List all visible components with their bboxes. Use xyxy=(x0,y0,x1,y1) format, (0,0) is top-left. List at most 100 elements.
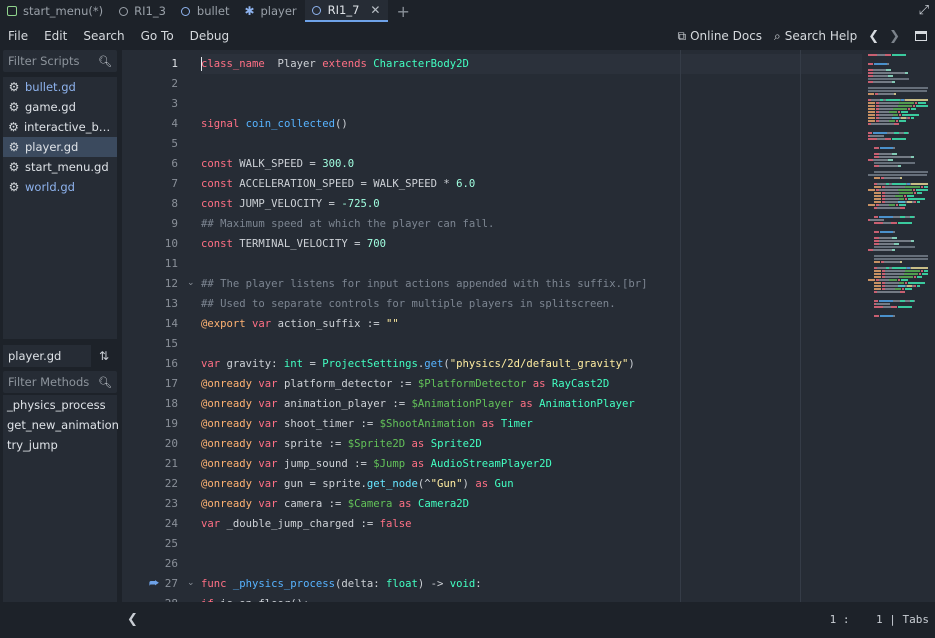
history-forward-icon[interactable]: ❯ xyxy=(884,29,905,44)
minimap-line xyxy=(874,261,880,263)
line-number: 13 xyxy=(164,297,178,310)
minimap-line xyxy=(870,135,884,137)
online-docs-button[interactable]: ⧉ Online Docs xyxy=(672,29,769,44)
minimap-line xyxy=(877,267,886,269)
minimap-line xyxy=(911,117,914,119)
minimap-line xyxy=(917,276,922,278)
minimap-line xyxy=(905,270,920,272)
filter-methods-input[interactable]: Filter Methods 🔍︎ xyxy=(3,371,117,393)
method-list: _physics_process get_new_animation try_jum… xyxy=(3,395,119,602)
tab-player[interactable]: ✱ player xyxy=(237,0,304,22)
script-item[interactable]: ⚙ world.gd xyxy=(3,177,117,197)
script-item[interactable]: ⚙ bullet.gd xyxy=(3,77,117,97)
minimap-line xyxy=(917,285,920,287)
script-item[interactable]: ⚙ start_menu.gd xyxy=(3,157,117,177)
minimap-line xyxy=(905,288,912,290)
minimap-line xyxy=(898,165,901,167)
script-item[interactable]: ⚙ interactive_butt... xyxy=(3,117,117,137)
line-number: 23 xyxy=(164,497,178,510)
toggle-scripts-panel-icon[interactable]: ❮ xyxy=(127,612,138,627)
minimap-line xyxy=(874,162,915,164)
line-number: 5 xyxy=(171,137,178,150)
minimap-line xyxy=(908,198,925,200)
sort-icon[interactable]: ⇅ xyxy=(99,349,109,363)
line-number: 6 xyxy=(171,157,178,170)
minimap-line xyxy=(868,105,875,107)
override-icon[interactable]: ⮫ xyxy=(149,577,159,591)
fold-arrow-icon[interactable]: ⌄ xyxy=(187,278,195,288)
minimap-line xyxy=(885,192,899,194)
fold-arrow-icon[interactable]: ⌄ xyxy=(187,578,195,588)
minimap-line xyxy=(868,117,875,119)
minimap-line xyxy=(873,72,905,74)
script-item[interactable]: ⚙ player.gd xyxy=(3,137,117,157)
minimap-line xyxy=(874,192,881,194)
minimap-line xyxy=(885,195,895,197)
minimap-line xyxy=(874,273,881,275)
minimap-line xyxy=(893,300,900,302)
minimap-line xyxy=(874,285,881,287)
toggle-panel-icon[interactable] xyxy=(915,31,927,41)
minimap-line xyxy=(921,186,923,188)
method-item[interactable]: get_new_animation xyxy=(3,415,119,435)
minimap-line xyxy=(896,204,898,206)
menu-file[interactable]: File xyxy=(0,25,36,47)
minimap-line xyxy=(886,99,900,101)
minimap-line xyxy=(891,222,897,224)
menu-edit[interactable]: Edit xyxy=(36,25,75,47)
close-tab-icon[interactable]: ✕ xyxy=(370,3,380,17)
method-item[interactable]: try_jump xyxy=(3,435,117,455)
script-list: ⚙ bullet.gd ⚙ game.gd ⚙ interactive_butt... ⚙ p… xyxy=(3,77,117,339)
indent-mode[interactable]: Tabs xyxy=(903,613,930,626)
minimap-line xyxy=(880,315,893,317)
tab-ri1-3[interactable]: RI1_3 xyxy=(111,0,174,22)
line-number: 11 xyxy=(164,257,178,270)
search-icon: 🔍︎ xyxy=(98,54,112,68)
minimap-line xyxy=(874,201,881,203)
minimap-line xyxy=(885,138,891,140)
minimap-line xyxy=(879,120,889,122)
minimap-line xyxy=(911,156,914,158)
minimap-line xyxy=(868,114,875,116)
method-item[interactable]: _physics_process xyxy=(3,395,117,415)
history-back-icon[interactable]: ❮ xyxy=(863,29,884,44)
new-tab-icon[interactable]: + xyxy=(388,0,417,22)
code-line: var _double_jump_charged := false xyxy=(201,518,412,530)
minimap-line xyxy=(902,114,919,116)
tab-start-menu-[interactable]: start_menu(*) xyxy=(0,0,111,22)
minimap-line xyxy=(874,315,879,317)
menu-go-to[interactable]: Go To xyxy=(133,25,182,47)
menu-debug[interactable]: Debug xyxy=(182,25,237,47)
minimap-line xyxy=(896,120,898,122)
minimap-line xyxy=(868,63,873,65)
search-help-button[interactable]: ⌕ Search Help xyxy=(768,29,863,44)
minimap-line xyxy=(868,90,927,92)
minimap-line xyxy=(900,291,905,293)
code-line: @onready var jump_sound := $Jump as Audi… xyxy=(201,458,552,470)
minimap-line xyxy=(879,105,898,107)
minimap-line xyxy=(879,114,893,116)
minimap-line xyxy=(874,255,928,257)
minimap-line xyxy=(907,195,914,197)
minimap-line xyxy=(892,54,906,56)
minimap-line xyxy=(874,216,878,218)
minimap-line xyxy=(893,315,895,317)
tab-bullet[interactable]: bullet xyxy=(174,0,238,22)
code-text[interactable]: class_name Player extends CharacterBody2… xyxy=(201,50,861,602)
minimap-line xyxy=(892,81,895,83)
filter-scripts-input[interactable]: Filter Scripts 🔍︎ xyxy=(3,50,117,72)
minimap-line xyxy=(917,192,922,194)
minimap-line xyxy=(905,186,920,188)
tab-ri1-7[interactable]: RI1_7 ✕ xyxy=(304,0,389,22)
fullscreen-icon[interactable]: ⤢ xyxy=(919,3,929,18)
minimap-line xyxy=(874,288,881,290)
minimap-line xyxy=(874,186,881,188)
minimap-line xyxy=(879,279,889,281)
minimap-line xyxy=(879,108,893,110)
minimap[interactable] xyxy=(868,50,930,320)
circle-icon xyxy=(117,5,129,17)
minimap-line xyxy=(868,132,872,134)
code-editor[interactable]: 1 2 3 4 5 6 7 8 9 10 11 12 ⌄ 13 14 15 16 17 18 19 20 21 22 23 24… xyxy=(122,50,935,602)
menu-search[interactable]: Search xyxy=(75,25,132,47)
script-item[interactable]: ⚙ game.gd xyxy=(3,97,117,117)
